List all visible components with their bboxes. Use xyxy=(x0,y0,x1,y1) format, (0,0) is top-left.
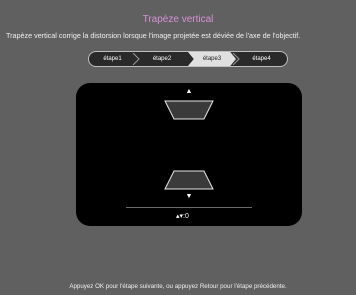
step-2: étape2 xyxy=(152,56,172,62)
step-3-active: étape3 xyxy=(188,52,236,66)
page-title: Trapèze vertical xyxy=(142,14,214,25)
footer-hint: Appuyez OK pour l'étape suivante, ou app… xyxy=(69,283,287,290)
top-trapezoid-shape xyxy=(164,100,214,120)
keystone-preview-panel: ▲ ▼ ▴▾:0 xyxy=(76,83,302,226)
page-description: Trapèze vertical corrige la distorsion l… xyxy=(6,31,301,40)
up-down-arrows-icon: ▴▾: xyxy=(176,213,185,220)
keystone-value[interactable]: ▴▾:0 xyxy=(176,212,189,220)
step-1: étape1 xyxy=(103,56,122,62)
step-indicator: étape1 étape2 étape3 étape4 xyxy=(88,51,288,67)
keystone-value-number: 0 xyxy=(184,213,189,220)
bottom-trapezoid-shape xyxy=(164,170,214,190)
panel-divider xyxy=(126,207,252,208)
triangle-up-icon[interactable]: ▲ xyxy=(179,88,199,95)
triangle-down-icon[interactable]: ▼ xyxy=(179,193,199,200)
step-4: étape4 xyxy=(252,56,271,62)
